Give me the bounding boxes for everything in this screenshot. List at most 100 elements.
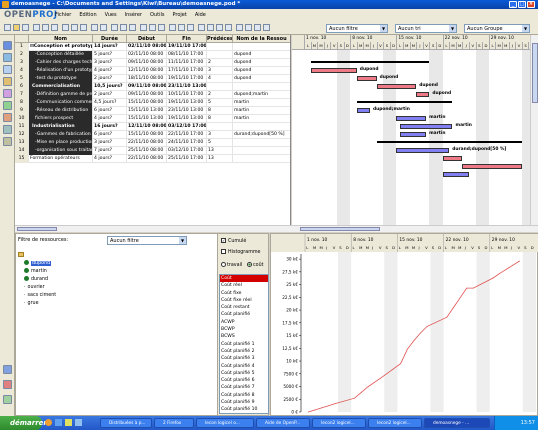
task-resources[interactable]: [233, 123, 290, 131]
task-duration[interactable]: 3 jours?: [93, 139, 127, 147]
task-end[interactable]: 19/11/10 13:00: [167, 115, 207, 123]
firefox-icon[interactable]: [45, 419, 52, 426]
task-name[interactable]: -Définition gamme de prod: [29, 91, 93, 99]
resource-item[interactable]: martin: [18, 268, 56, 276]
task-end[interactable]: 03/12/10 17:00: [167, 147, 207, 155]
task-duration[interactable]: 4,5 jours?: [93, 99, 127, 107]
field-list-item[interactable]: Coût fixe réel: [220, 297, 268, 304]
resource-item[interactable]: dupond: [18, 260, 56, 268]
task-predecessors[interactable]: 3: [207, 131, 233, 139]
task-duration[interactable]: 10,5 jours?: [93, 83, 127, 91]
taskbar-item-active[interactable]: demoasnege - ...: [424, 418, 490, 428]
table-row[interactable]: 12 -Gammes de fabrication 6 jours? 15/11/10…: [15, 131, 290, 139]
pdf-icon[interactable]: [51, 24, 58, 31]
network-view-icon[interactable]: [3, 53, 12, 62]
task-bar[interactable]: [396, 147, 450, 153]
task-duration[interactable]: 2 jours?: [93, 91, 127, 99]
close-button[interactable]: ×: [527, 1, 535, 8]
copy-icon[interactable]: [71, 24, 78, 31]
folder-icon[interactable]: [65, 419, 72, 426]
task-predecessors[interactable]: [207, 51, 233, 59]
row-number[interactable]: 1: [15, 43, 29, 51]
col-start-header[interactable]: Début: [127, 35, 167, 43]
col-duration-header[interactable]: Durée: [93, 35, 127, 43]
resource-root[interactable]: [18, 252, 56, 260]
row-number[interactable]: 8: [15, 99, 29, 107]
undo-icon[interactable]: [91, 24, 98, 31]
desktop-icon[interactable]: [75, 419, 82, 426]
report-view-icon[interactable]: [3, 113, 12, 122]
taskbar-item[interactable]: Distribuées à p...: [100, 418, 152, 428]
task-start[interactable]: 15/11/10 13:00: [127, 107, 167, 115]
task-start[interactable]: 25/11/10 08:00: [127, 147, 167, 155]
paste-icon[interactable]: [80, 24, 87, 31]
task-duration[interactable]: 7 jours?: [93, 147, 127, 155]
task-resources[interactable]: [233, 43, 290, 51]
rbs-view-icon[interactable]: [3, 101, 12, 110]
row-number[interactable]: 11: [15, 123, 29, 131]
task-resources[interactable]: martin: [233, 115, 290, 123]
maximize-button[interactable]: □: [518, 1, 526, 8]
task-duration[interactable]: 6 jours?: [93, 107, 127, 115]
task-resources[interactable]: [233, 147, 290, 155]
collapse-icon[interactable]: [225, 24, 232, 31]
resource-item[interactable]: · grue: [18, 300, 56, 308]
resource-item[interactable]: · ouvrier: [18, 284, 56, 292]
row-number[interactable]: 13: [15, 139, 29, 147]
task-bar[interactable]: [399, 131, 427, 137]
field-list-item[interactable]: BCWP: [220, 326, 268, 333]
task-predecessors[interactable]: 4: [207, 75, 233, 83]
task-name[interactable]: Commercialisation: [29, 83, 93, 91]
table-row[interactable]: 7 -Définition gamme de prod 2 jours? 09/11/…: [15, 91, 290, 99]
task-resources[interactable]: martin: [233, 99, 290, 107]
open-icon[interactable]: [13, 24, 20, 31]
task-end[interactable]: 10/11/10 17:00: [167, 91, 207, 99]
menu-vues[interactable]: Vues: [105, 12, 117, 18]
task-resources[interactable]: [233, 83, 290, 91]
task-resources[interactable]: dupond: [233, 75, 290, 83]
filter-select[interactable]: Aucun filtre ▼: [326, 24, 388, 33]
task-end[interactable]: 24/11/10 17:00: [167, 139, 207, 147]
row-number[interactable]: 5: [15, 75, 29, 83]
calendar-icon[interactable]: [236, 24, 243, 31]
outdent-icon[interactable]: [198, 24, 205, 31]
field-list-item[interactable]: Coût planifié 7: [220, 384, 268, 391]
row-number[interactable]: 10: [15, 115, 29, 123]
task-resources[interactable]: martin: [233, 107, 290, 115]
cost-radio[interactable]: coût: [247, 262, 264, 268]
task-bar[interactable]: [442, 171, 469, 177]
vertical-scrollbar[interactable]: [530, 35, 538, 225]
field-list-item[interactable]: Coût planifié 1: [220, 341, 268, 348]
resources-view-icon[interactable]: [3, 65, 12, 74]
task-bar[interactable]: [310, 67, 357, 73]
horizontal-scrollbar[interactable]: [15, 225, 538, 232]
menu-outils[interactable]: Outils: [150, 12, 164, 18]
task-info-icon[interactable]: [140, 24, 147, 31]
resource-item[interactable]: durand: [18, 276, 56, 284]
expand-icon[interactable]: [216, 24, 223, 31]
task-end[interactable]: 23/11/10 13:00: [167, 107, 207, 115]
sort-select[interactable]: Aucun tri ▼: [395, 24, 457, 33]
table-row[interactable]: 3-Cahier des charges techniq3 jours?09/1…: [15, 59, 290, 67]
menu-fichier[interactable]: Fichier: [55, 12, 71, 18]
row-number[interactable]: 9: [15, 107, 29, 115]
field-list[interactable]: Coût Coût réel Coût fixe Coût fixe réel Coût…: [219, 274, 269, 414]
field-list-item[interactable]: Coût planifié: [220, 311, 268, 318]
indent-icon[interactable]: [207, 24, 214, 31]
task-bar[interactable]: [376, 83, 417, 89]
task-start[interactable]: 09/11/10 08:00: [127, 91, 167, 99]
field-list-item[interactable]: Coût planifié 8: [220, 392, 268, 399]
resource-filter-select[interactable]: Aucun filtre ▼: [107, 236, 187, 245]
task-end[interactable]: 22/11/10 17:00: [167, 131, 207, 139]
task-predecessors[interactable]: 5: [207, 99, 233, 107]
task-duration[interactable]: 16 jours?: [93, 123, 127, 131]
task-predecessors[interactable]: [207, 123, 233, 131]
task-resources[interactable]: durand;dupond[50 %]: [233, 131, 290, 139]
table-row[interactable]: 15 Formation opérateurs 4 jours? 22/11/10 0…: [15, 155, 290, 163]
table-row[interactable]: 5 -test du prototype 2 jours? 18/11/10 08:0…: [15, 75, 290, 83]
task-bar[interactable]: [416, 91, 430, 97]
col-name-header[interactable]: Nom: [29, 35, 93, 43]
task-duration[interactable]: 6 jours?: [93, 131, 127, 139]
task-name[interactable]: -Cahier des charges techniq: [29, 59, 93, 67]
field-list-item[interactable]: Coût restant: [220, 304, 268, 311]
